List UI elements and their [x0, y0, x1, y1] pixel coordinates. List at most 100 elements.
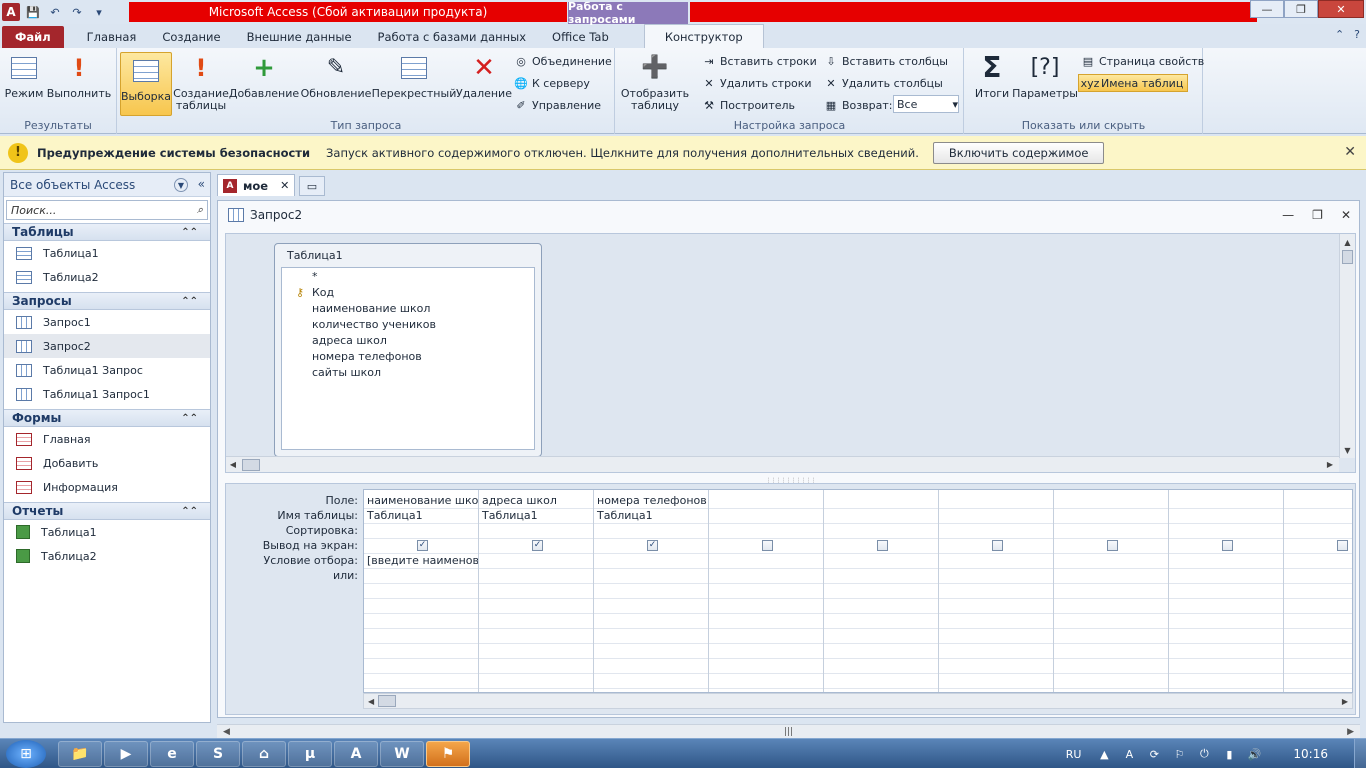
- totals-button[interactable]: Σ Итоги: [969, 52, 1015, 116]
- view-button[interactable]: Режим: [4, 52, 44, 116]
- grid-cell-or[interactable]: [709, 569, 823, 584]
- scroll-left-icon[interactable]: ◀: [223, 727, 230, 737]
- field-item[interactable]: адреса школ: [282, 332, 534, 348]
- passthrough-button[interactable]: 🌐 К серверу: [514, 74, 590, 92]
- grid-cell-empty[interactable]: [709, 629, 823, 644]
- grid-cell-empty[interactable]: [1169, 659, 1283, 674]
- grid-cell-field[interactable]: наименование школ: [364, 494, 478, 509]
- grid-cell-empty[interactable]: [364, 659, 478, 674]
- grid-cell-empty[interactable]: [1284, 674, 1352, 689]
- grid-cell-empty[interactable]: [939, 584, 1053, 599]
- grid-cell-empty[interactable]: [824, 599, 938, 614]
- grid-cell-empty[interactable]: [1284, 614, 1352, 629]
- run-button[interactable]: ! Выполнить: [47, 52, 111, 116]
- grid-cell-table[interactable]: Таблица1: [364, 509, 478, 524]
- minimize-button[interactable]: —: [1250, 0, 1284, 18]
- grid-cell-show[interactable]: ✓: [479, 539, 593, 554]
- grid-cell-sort[interactable]: [594, 524, 708, 539]
- nav-section-queries[interactable]: Запросы ⌃⌃: [4, 292, 210, 310]
- grid-cell-table[interactable]: [824, 509, 938, 524]
- grid-cell-empty[interactable]: [479, 599, 593, 614]
- grid-cell-empty[interactable]: [1284, 584, 1352, 599]
- grid-cell-table[interactable]: [1169, 509, 1283, 524]
- delete-rows-button[interactable]: ✕ Удалить строки: [702, 74, 811, 92]
- show-checkbox[interactable]: [992, 540, 1003, 551]
- grid-cell-sort[interactable]: [479, 524, 593, 539]
- grid-cell-field[interactable]: [1284, 494, 1352, 509]
- scroll-thumb[interactable]: [242, 458, 260, 471]
- access-logo-icon[interactable]: A: [2, 3, 20, 21]
- ribbon-collapse-icon[interactable]: ⌃: [1335, 28, 1344, 41]
- grid-cell-empty[interactable]: [1169, 584, 1283, 599]
- grid-cell-empty[interactable]: [594, 644, 708, 659]
- grid-cell-show[interactable]: [939, 539, 1053, 554]
- grid-cell-criteria[interactable]: [479, 554, 593, 569]
- grid-cell-or[interactable]: [1169, 569, 1283, 584]
- flag-tray-icon[interactable]: ⚐: [1171, 746, 1187, 762]
- show-checkbox[interactable]: ✓: [532, 540, 543, 551]
- grid-cell-or[interactable]: [1054, 569, 1168, 584]
- grid-cell-sort[interactable]: [709, 524, 823, 539]
- explorer-icon[interactable]: 📁: [58, 741, 102, 767]
- tab-officetab[interactable]: Office Tab: [539, 26, 622, 48]
- grid-cell-empty[interactable]: [1054, 644, 1168, 659]
- grid-cell-empty[interactable]: [709, 584, 823, 599]
- field-list-table1[interactable]: Таблица1 * ⚷ Код наименование школ количе…: [274, 243, 542, 457]
- field-item[interactable]: сайты школ: [282, 364, 534, 380]
- ddl-button[interactable]: ✐ Управление: [514, 96, 601, 114]
- grid-cell-empty[interactable]: [364, 644, 478, 659]
- grid-cell-empty[interactable]: [364, 599, 478, 614]
- volume-tray-icon[interactable]: 🔊: [1246, 746, 1262, 762]
- show-checkbox[interactable]: ✓: [417, 540, 428, 551]
- grid-cell-empty[interactable]: [824, 584, 938, 599]
- update-tray-icon[interactable]: ⟳: [1146, 746, 1162, 762]
- close-button[interactable]: ✕: [1318, 0, 1364, 18]
- customize-qa-icon[interactable]: ▾: [90, 3, 108, 21]
- restore-icon[interactable]: ❐: [1312, 208, 1323, 222]
- close-icon[interactable]: ✕: [1341, 208, 1351, 222]
- grid-cell-or[interactable]: [939, 569, 1053, 584]
- builder-button[interactable]: ⚒ Построитель: [702, 96, 795, 114]
- scroll-thumb[interactable]: [1342, 250, 1353, 264]
- grid-cell-empty[interactable]: [594, 584, 708, 599]
- grid-cell-empty[interactable]: [939, 629, 1053, 644]
- network-tray-icon[interactable]: ▮: [1221, 746, 1237, 762]
- grid-cell-empty[interactable]: [824, 629, 938, 644]
- grid-cell-empty[interactable]: [1169, 629, 1283, 644]
- grid-cell-sort[interactable]: [824, 524, 938, 539]
- pdf-icon[interactable]: ⚑: [426, 741, 470, 767]
- grid-cell-empty[interactable]: [1054, 599, 1168, 614]
- update-button[interactable]: ✎ Обновление: [300, 52, 372, 116]
- union-button[interactable]: ◎ Объединение: [514, 52, 612, 70]
- scroll-left-icon[interactable]: ◀: [368, 697, 374, 706]
- property-sheet-button[interactable]: ▤ Страница свойств: [1081, 52, 1204, 70]
- grid-cell-empty[interactable]: [1284, 644, 1352, 659]
- grid-cell-empty[interactable]: [479, 584, 593, 599]
- nav-item-form-add[interactable]: Добавить: [4, 451, 210, 475]
- nav-item-form-info[interactable]: Информация: [4, 475, 210, 499]
- grid-cell-empty[interactable]: [479, 644, 593, 659]
- undo-icon[interactable]: ↶: [46, 3, 64, 21]
- tab-design[interactable]: Конструктор: [643, 24, 764, 48]
- grid-cell-table[interactable]: [1054, 509, 1168, 524]
- scroll-right-icon[interactable]: ▶: [1323, 460, 1337, 469]
- close-icon[interactable]: ✕: [280, 179, 289, 192]
- grid-cell-empty[interactable]: [364, 614, 478, 629]
- grid-cell-empty[interactable]: [364, 674, 478, 689]
- nav-item-form-main[interactable]: Главная: [4, 427, 210, 451]
- grid-cell-empty[interactable]: [594, 629, 708, 644]
- grid-cell-empty[interactable]: [824, 614, 938, 629]
- grid-cell-field[interactable]: [1054, 494, 1168, 509]
- grid-cell-table[interactable]: Таблица1: [594, 509, 708, 524]
- nav-item-table2[interactable]: Таблица2: [4, 265, 210, 289]
- grid-cell-empty[interactable]: [594, 599, 708, 614]
- collapse-pane-icon[interactable]: «: [198, 177, 205, 191]
- grid-cell-empty[interactable]: [709, 644, 823, 659]
- new-tab-icon[interactable]: ▭: [299, 176, 325, 196]
- grid-cell-criteria[interactable]: [824, 554, 938, 569]
- grid-cell-sort[interactable]: [1284, 524, 1352, 539]
- grid-cell-empty[interactable]: [594, 614, 708, 629]
- field-item[interactable]: ⚷ Код: [282, 284, 534, 300]
- power-tray-icon[interactable]: ⏻: [1196, 746, 1212, 762]
- grid-cell-field[interactable]: [939, 494, 1053, 509]
